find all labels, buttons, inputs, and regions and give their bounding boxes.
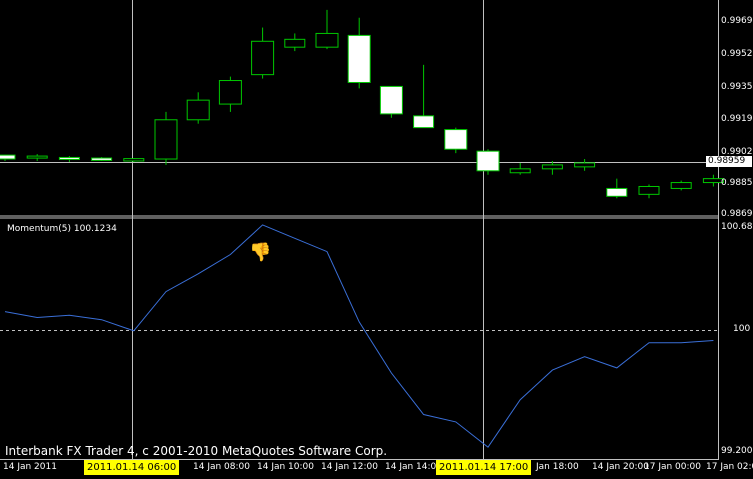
candle-body — [379, 85, 403, 115]
price-tick: 0.99520 — [721, 49, 753, 59]
candle-body — [638, 185, 660, 195]
time-tick: 17 Jan 00:00 — [644, 462, 701, 472]
current-price-label: 0.98959 — [706, 156, 752, 167]
candle-body — [186, 99, 210, 121]
crosshair-time-label-1: 2011.01.14 06:00 — [84, 460, 180, 475]
price-tick: 0.99190 — [721, 114, 753, 124]
price-tick: 0.99355 — [721, 82, 753, 92]
candle-body — [574, 162, 596, 168]
time-tick: 14 Jan 12:00 — [321, 462, 378, 472]
time-tick: 17 Jan 02:0 — [706, 462, 753, 472]
candle-body — [670, 182, 692, 189]
time-tick: 14 Jan 14:0 — [385, 462, 437, 472]
candle-body — [251, 40, 275, 76]
candle-body — [315, 32, 339, 48]
candle-body — [0, 154, 16, 160]
candle-body — [509, 168, 531, 174]
chart-canvas[interactable] — [0, 0, 753, 475]
crosshair-time-label-2: 2011.01.14 17:00 — [436, 460, 532, 475]
time-tick: Jan 18:00 — [536, 462, 579, 472]
indicator-tick: 100 — [733, 324, 751, 334]
candle-body — [413, 115, 435, 129]
candle-body — [476, 150, 500, 172]
indicator-title: Momentum(5) 100.1234 — [7, 224, 117, 234]
chart-window[interactable]: 0.99690 0.99520 0.99355 0.99190 0.99020 … — [0, 0, 753, 475]
candle-body — [123, 158, 145, 162]
time-tick: 14 Jan 2011 — [3, 462, 57, 472]
thumbs-down-icon[interactable]: 👎 — [249, 244, 271, 262]
time-tick: 14 Jan 20:00 — [592, 462, 649, 472]
time-tick: 14 Jan 10:00 — [257, 462, 314, 472]
candle-body — [541, 164, 563, 170]
price-tick: 0.99690 — [721, 16, 753, 26]
chart-background — [0, 0, 753, 475]
indicator-tick: 99.2006 — [721, 446, 753, 456]
time-tick: 14 Jan 08:00 — [193, 462, 250, 472]
candle-body — [284, 38, 306, 48]
candle-body — [606, 187, 628, 197]
candle-body — [91, 157, 113, 161]
candle-body — [444, 129, 468, 150]
candle-body — [154, 119, 178, 160]
candle-body — [58, 156, 80, 160]
candle-body — [26, 155, 48, 159]
indicator-tick: 100.686 — [721, 222, 753, 232]
watermark-text: Interbank FX Trader 4, c 2001-2010 MetaQ… — [5, 444, 388, 458]
price-tick: 0.98690 — [721, 209, 753, 219]
candle-body — [347, 34, 371, 83]
candle-body — [218, 80, 242, 105]
price-tick: 0.98855 — [721, 178, 753, 188]
